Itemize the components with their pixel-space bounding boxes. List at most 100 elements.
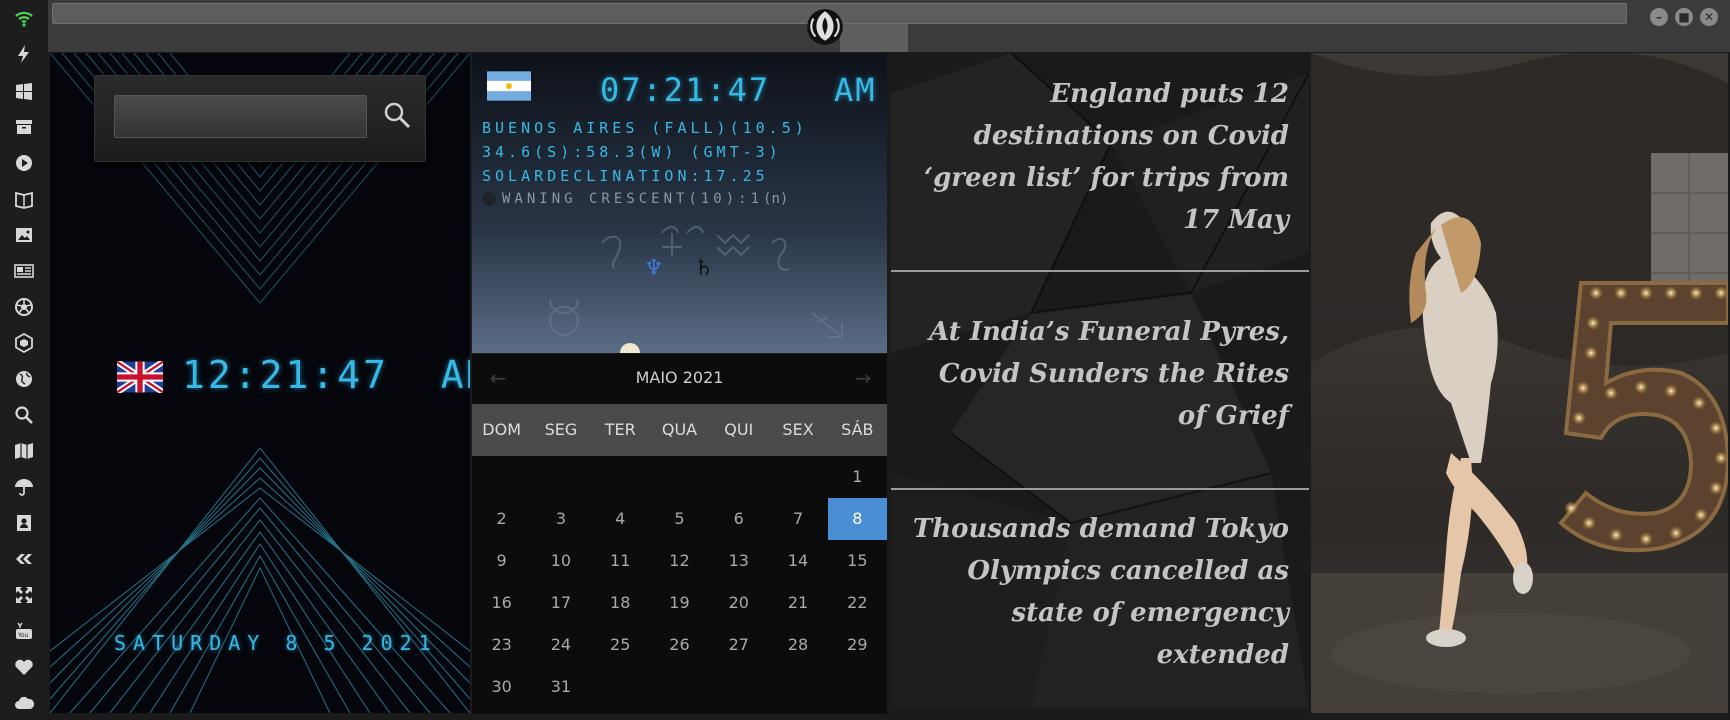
cloud-icon[interactable] xyxy=(12,691,36,715)
youtube-icon[interactable]: You xyxy=(12,619,36,643)
calendar-empty-day xyxy=(709,666,768,708)
zodiac-wheel: ♆ ♄ xyxy=(549,226,843,353)
calendar-empty-day xyxy=(650,666,709,708)
calendar-day[interactable]: 11 xyxy=(591,540,650,582)
calendar-week-row: 1 xyxy=(472,456,887,498)
book-icon[interactable] xyxy=(12,187,36,211)
argentina-flag-icon xyxy=(487,71,531,101)
minimize-button[interactable]: – xyxy=(1650,8,1668,26)
calendar-day[interactable]: 15 xyxy=(828,540,887,582)
calendar-day[interactable]: 2 xyxy=(472,498,531,540)
calendar-day[interactable]: 28 xyxy=(768,624,827,666)
news-panel: England puts 12 destinations on Covid ‘g… xyxy=(891,53,1309,707)
calendar-day[interactable]: 19 xyxy=(650,582,709,624)
calendar-day[interactable]: 6 xyxy=(709,498,768,540)
search-icon[interactable] xyxy=(12,403,36,427)
calendar-day[interactable]: 25 xyxy=(591,624,650,666)
desktop: You – ■ ✕ 12:21:47 A SATURDAY 8 5 2021 0… xyxy=(0,0,1730,720)
news-headline[interactable]: Thousands demand Tokyo Olympics cancelle… xyxy=(891,508,1309,676)
uk-flag-icon xyxy=(117,361,163,393)
calendar-day[interactable]: 21 xyxy=(768,582,827,624)
globe-icon[interactable] xyxy=(12,367,36,391)
photo-image xyxy=(1311,53,1728,713)
world-clock-panel: 07:21:47 AM BUENOS AIRES (FALL)(10.5) 34… xyxy=(472,53,887,353)
calendar-day[interactable]: 31 xyxy=(531,666,590,708)
calendar-day[interactable]: 30 xyxy=(472,666,531,708)
calendar-day[interactable]: 29 xyxy=(828,624,887,666)
calendar-empty-day xyxy=(591,666,650,708)
calendar-next-button[interactable]: → xyxy=(851,364,875,392)
calendar-week-row: 16 17 18 19 20 21 22 xyxy=(472,582,887,624)
calendar-title: MAIO 2021 xyxy=(635,368,724,387)
weekday-label: QUA xyxy=(661,420,698,439)
moon-phase-icon xyxy=(482,192,496,206)
calendar-day[interactable]: 24 xyxy=(531,624,590,666)
local-date: SATURDAY 8 5 2021 xyxy=(114,631,438,655)
wifi-icon[interactable] xyxy=(12,6,36,30)
local-time-ampm: AM xyxy=(440,353,470,397)
world-time-ampm: AM xyxy=(834,71,877,109)
heart-icon[interactable] xyxy=(12,655,36,679)
calendar-day[interactable]: 9 xyxy=(472,540,531,582)
weekday-label: TER xyxy=(604,420,636,439)
news-divider xyxy=(891,488,1309,490)
calendar-day[interactable]: 18 xyxy=(591,582,650,624)
calendar-empty-day xyxy=(472,456,531,498)
news-headline[interactable]: At India’s Funeral Pyres, Covid Sunders … xyxy=(891,311,1309,437)
expand-icon[interactable] xyxy=(12,583,36,607)
calendar-panel: ← MAIO 2021 → DOM SEG TER QUA QUI SEX SÁ… xyxy=(472,354,887,714)
search-input[interactable] xyxy=(114,95,367,138)
local-clock-panel: 12:21:47 AM SATURDAY 8 5 2021 xyxy=(50,53,470,713)
archive-icon[interactable] xyxy=(12,115,36,139)
image-icon[interactable] xyxy=(12,223,36,247)
calendar-empty-day xyxy=(768,666,827,708)
close-button[interactable]: ✕ xyxy=(1700,8,1718,26)
svg-text:You: You xyxy=(17,632,29,639)
calendar-week-row: 30 31 xyxy=(472,666,887,708)
windows-icon[interactable] xyxy=(12,79,36,103)
weekday-label: SEG xyxy=(544,420,578,439)
newspaper-icon[interactable] xyxy=(12,259,36,283)
calendar-day[interactable]: 12 xyxy=(650,540,709,582)
contact-icon[interactable] xyxy=(12,511,36,535)
hexagon-icon[interactable] xyxy=(12,331,36,355)
emblem-tab[interactable] xyxy=(840,24,908,52)
local-time: 12:21:47 AM xyxy=(182,353,470,397)
calendar-day[interactable]: 3 xyxy=(531,498,590,540)
calendar-day[interactable]: 27 xyxy=(709,624,768,666)
calendar-day[interactable]: 1 xyxy=(828,456,887,498)
calendar-empty-day xyxy=(650,456,709,498)
umbrella-icon[interactable] xyxy=(12,475,36,499)
calendar-day[interactable]: 17 xyxy=(531,582,590,624)
calendar-empty-day xyxy=(591,456,650,498)
magnifier-icon xyxy=(384,102,411,129)
calendar-day[interactable]: 4 xyxy=(591,498,650,540)
calendar-day[interactable]: 26 xyxy=(650,624,709,666)
calendar-day[interactable]: 10 xyxy=(531,540,590,582)
news-headline[interactable]: England puts 12 destinations on Covid ‘g… xyxy=(891,73,1309,241)
calendar-week-row: 9 10 11 12 13 14 15 xyxy=(472,540,887,582)
neptune-symbol: ♆ xyxy=(644,256,664,281)
calendar-day-selected[interactable]: 8 xyxy=(827,498,887,540)
calendar-day[interactable]: 7 xyxy=(768,498,827,540)
map-icon[interactable] xyxy=(12,439,36,463)
tag-icon[interactable] xyxy=(12,547,36,571)
calendar-day[interactable]: 20 xyxy=(709,582,768,624)
calendar-empty-day xyxy=(768,456,827,498)
aperture-icon[interactable] xyxy=(12,295,36,319)
calendar-day[interactable]: 16 xyxy=(472,582,531,624)
calendar-day[interactable]: 14 xyxy=(768,540,827,582)
calendar-day[interactable]: 13 xyxy=(709,540,768,582)
wallpaper-photo xyxy=(1311,53,1728,713)
calendar-grid: 1 2 3 4 5 6 7 8 9 10 11 12 13 14 15 16 17 18 19 20 21 22 23 24 2… xyxy=(472,456,887,708)
rebel-alliance-emblem-icon[interactable] xyxy=(804,6,846,48)
bolt-icon[interactable] xyxy=(12,42,36,66)
calendar-day[interactable]: 23 xyxy=(472,624,531,666)
calendar-day[interactable]: 22 xyxy=(828,582,887,624)
maximize-button[interactable]: ■ xyxy=(1675,8,1693,26)
title-bar: – ■ ✕ xyxy=(48,0,1730,52)
calendar-day[interactable]: 5 xyxy=(650,498,709,540)
search-button[interactable] xyxy=(381,100,413,132)
city-info: BUENOS AIRES (FALL)(10.5) xyxy=(482,119,808,137)
play-icon[interactable] xyxy=(12,151,36,175)
